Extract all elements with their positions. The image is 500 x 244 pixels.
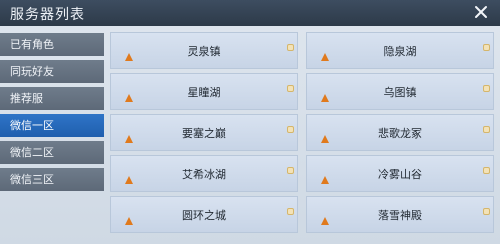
tab-friends[interactable]: 同玩好友 [0,60,104,83]
tab-wechat-zone-3[interactable]: 微信三区 [0,168,104,191]
server-tile[interactable]: 星瞳湖 [110,73,298,110]
server-category-tabs: 已有角色 同玩好友 推荐服 微信一区 微信二区 微信三区 [0,33,104,195]
corner-badge-icon [483,118,490,133]
server-name: 冷雾山谷 [378,168,422,181]
corner-badge-icon [287,118,294,133]
corner-badge-icon [287,159,294,174]
server-tile[interactable]: 悲歌龙冢 [306,114,494,151]
server-name: 圆环之城 [182,209,226,222]
server-tile[interactable]: 隐泉湖 [306,32,494,69]
corner-badge-icon [287,200,294,215]
server-tile[interactable]: 圆环之城 [110,196,298,233]
corner-badge-icon [483,36,490,51]
tab-label: 微信二区 [10,146,54,159]
server-tile[interactable]: 冷雾山谷 [306,155,494,192]
title-bar: 服务器列表 [0,0,500,26]
server-name: 落雪神殿 [378,209,422,222]
server-tile[interactable]: 灵泉镇 [110,32,298,69]
tab-label: 已有角色 [10,38,54,51]
server-tile[interactable]: 要塞之巅 [110,114,298,151]
server-tile[interactable]: 艾希冰湖 [110,155,298,192]
tab-wechat-zone-2[interactable]: 微信二区 [0,141,104,164]
corner-badge-icon [287,36,294,51]
tab-label: 微信一区 [10,119,54,132]
tab-existing-characters[interactable]: 已有角色 [0,33,104,56]
server-name: 要塞之巅 [182,127,226,140]
server-name: 灵泉镇 [187,45,221,58]
corner-badge-icon [483,200,490,215]
tab-wechat-zone-1[interactable]: 微信一区 [0,114,104,137]
tab-label: 同玩好友 [10,65,54,78]
server-name: 星瞳湖 [187,86,221,99]
server-name: 乌图镇 [383,86,417,99]
server-tile[interactable]: 落雪神殿 [306,196,494,233]
corner-badge-icon [483,159,490,174]
server-name: 艾希冰湖 [182,168,226,181]
window-title: 服务器列表 [10,7,85,23]
server-name: 悲歌龙冢 [378,127,422,140]
server-list-window: 服务器列表 已有角色 同玩好友 推荐服 微信一区 微信二区 微信三区 灵泉镇 隐… [0,0,500,244]
server-name: 隐泉湖 [383,45,417,58]
tab-label: 推荐服 [10,92,43,105]
server-grid: 灵泉镇 隐泉湖 星瞳湖 乌图镇 要塞之巅 悲歌龙冢 艾希冰湖 冷雾山谷 圆环之城… [110,32,494,237]
server-tile[interactable]: 乌图镇 [306,73,494,110]
corner-badge-icon [287,77,294,92]
tab-recommended[interactable]: 推荐服 [0,87,104,110]
tab-label: 微信三区 [10,173,54,186]
close-icon[interactable] [472,3,490,21]
corner-badge-icon [483,77,490,92]
